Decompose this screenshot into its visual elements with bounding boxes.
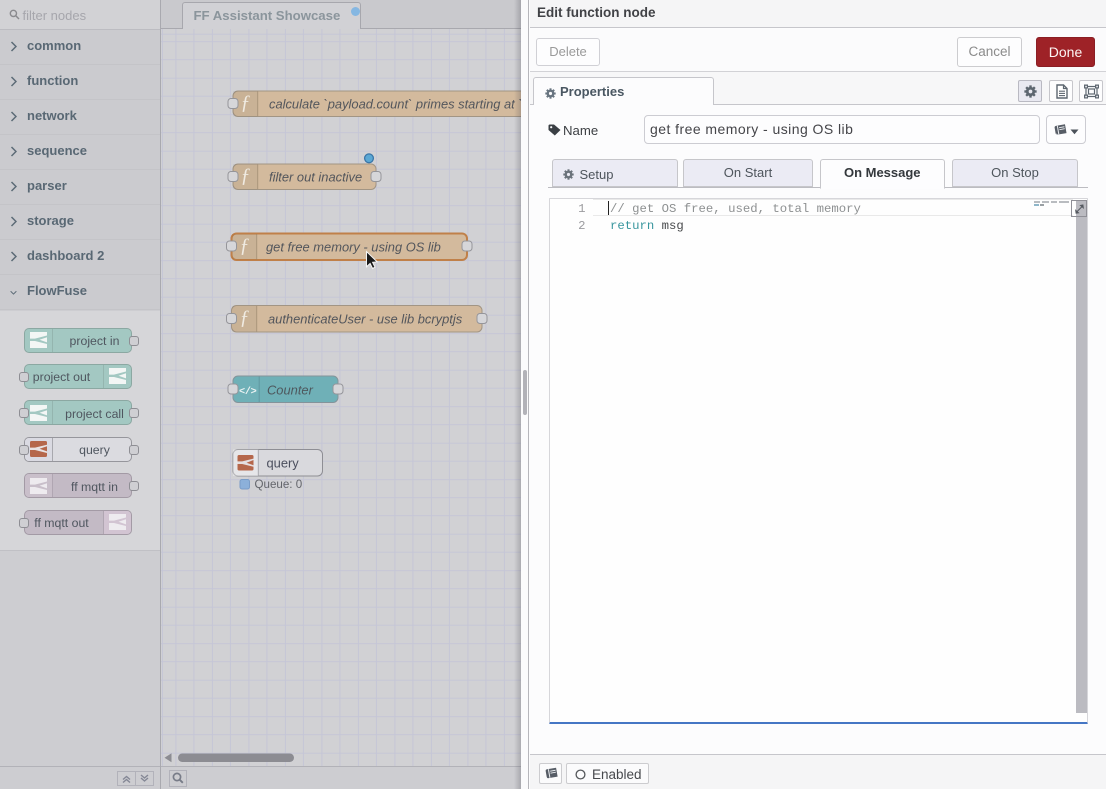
svg-text:ƒ: ƒ — [241, 92, 251, 114]
svg-text:authenticateUser - use lib bcr: authenticateUser - use lib bcryptjs — [268, 312, 463, 327]
svg-text:filter out inactive: filter out inactive — [269, 170, 362, 185]
svg-text:ƒ: ƒ — [240, 235, 250, 257]
svg-text:query: query — [267, 456, 300, 471]
svg-text:ƒ: ƒ — [240, 307, 250, 329]
svg-text:calculate `payload.count` prim: calculate `payload.count` primes startin… — [269, 97, 521, 112]
svg-text:Counter: Counter — [267, 383, 314, 398]
svg-text:</>: </> — [239, 386, 257, 398]
svg-text:ƒ: ƒ — [241, 165, 251, 187]
svg-text:get free memory - using OS lib: get free memory - using OS lib — [266, 240, 441, 255]
svg-text:Queue: 0: Queue: 0 — [255, 478, 303, 491]
